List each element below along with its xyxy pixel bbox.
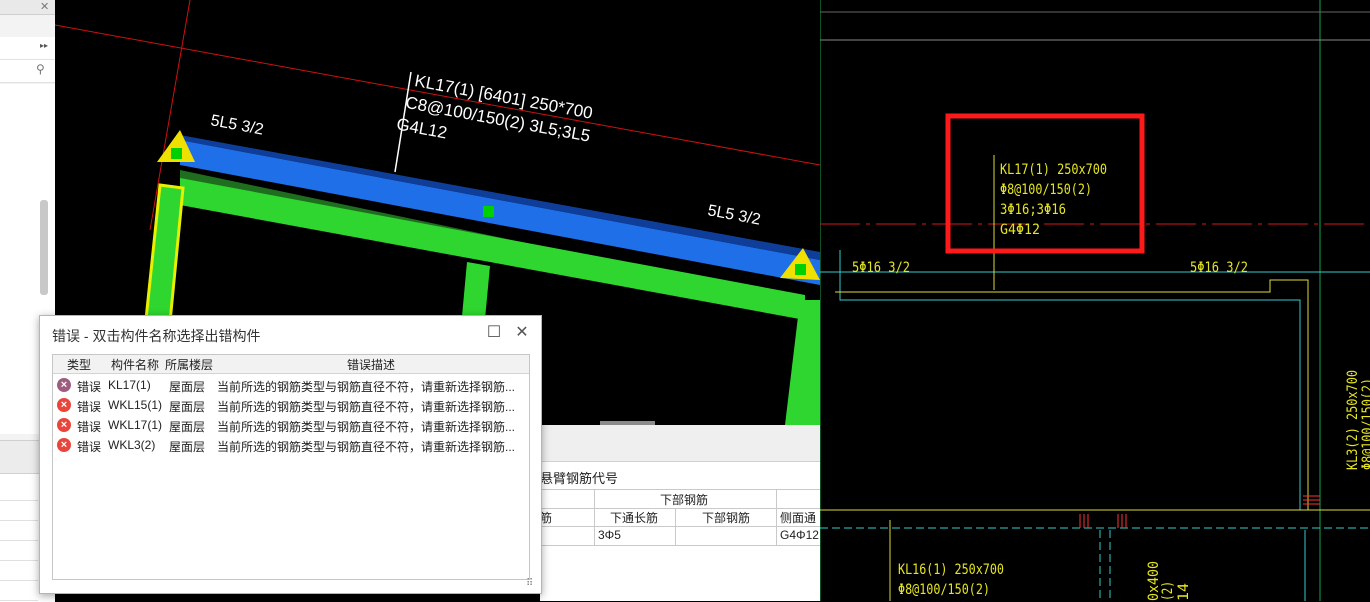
scrollbar-thumb[interactable] <box>40 200 48 295</box>
row-floor: 屋面层 <box>169 440 206 454</box>
cell-bottom-long[interactable]: 3Φ5 <box>598 528 621 542</box>
table-panel-header <box>540 425 820 462</box>
grip-right-handle[interactable] <box>795 264 806 275</box>
end-label-left: 5L5 3/2 <box>209 112 265 138</box>
section-title: 悬臂钢筋代号 <box>540 471 619 486</box>
property-row[interactable] <box>0 561 38 581</box>
panel-row[interactable]: ▸▸ <box>0 37 55 60</box>
beam-label-line3: G4L12 <box>395 115 449 143</box>
error-row[interactable]: × 错误 WKL15(1) 屋面层 当前所选的钢筋类型与钢筋直径不符，请重新选择钢筋..… <box>53 395 529 415</box>
row-floor: 屋面层 <box>169 380 206 394</box>
cad-label-line4: G4Φ12 <box>1000 222 1040 238</box>
close-button[interactable]: ✕ <box>513 324 531 342</box>
col-header-d: 侧面通 <box>780 511 817 525</box>
col-description[interactable]: 错误描述 <box>347 356 395 373</box>
row-floor: 屋面层 <box>169 400 206 414</box>
row-type: 错误 <box>77 420 102 434</box>
close-icon[interactable]: ✕ <box>40 0 49 13</box>
col-type[interactable]: 类型 <box>67 356 91 373</box>
dialog-title: 错误 - 双击构件名称选择出错构件 <box>52 328 261 344</box>
panel-header: ✕ <box>0 0 55 15</box>
beam-outline <box>839 250 1301 510</box>
resize-grip-icon[interactable]: ⠿ <box>526 578 538 590</box>
grip-left-handle[interactable] <box>171 148 182 159</box>
cad-bottom-vertical3: 14 <box>1176 583 1192 601</box>
col-header-c: 下部钢筋 <box>702 511 751 525</box>
maximize-button[interactable]: ☐ <box>485 324 503 342</box>
row-description: 当前所选的钢筋类型与钢筋直径不符，请重新选择钢筋... <box>217 380 516 394</box>
row-component-name[interactable]: KL17(1) <box>108 378 151 392</box>
row-type: 错误 <box>77 400 102 414</box>
property-row[interactable] <box>0 501 38 521</box>
table-row[interactable]: 3Φ5 G4Φ12 <box>540 527 820 546</box>
row-description: 当前所选的钢筋类型与钢筋直径不符，请重新选择钢筋... <box>217 440 516 454</box>
cad-drawing-view[interactable]: KL17(1) 250x700 Φ8@100/150(2) 3Φ16;3Φ16 … <box>820 0 1370 601</box>
property-row[interactable] <box>0 541 38 561</box>
table-group-header: 下部钢筋 <box>540 489 820 509</box>
search-icon[interactable]: ⚲ <box>36 62 45 76</box>
error-list-header: 类型 构件名称 所属楼层 错误描述 <box>53 355 529 374</box>
row-type: 错误 <box>77 440 102 454</box>
cad-canvas[interactable]: KL17(1) 250x700 Φ8@100/150(2) 3Φ16;3Φ16 … <box>820 0 1370 601</box>
error-dialog: 错误 - 双击构件名称选择出错构件 ☐ ✕ 类型 构件名称 所属楼层 错误描述 … <box>39 315 542 594</box>
row-component-name[interactable]: WKL17(1) <box>108 418 162 432</box>
cad-bottom-line2: Φ8@100/150(2) <box>898 582 990 598</box>
property-row[interactable] <box>0 481 38 501</box>
error-icon: × <box>57 418 71 432</box>
property-row[interactable] <box>0 521 38 541</box>
table-column-header: 筋 下通长筋 下部钢筋 侧面通 <box>540 508 820 527</box>
col-component[interactable]: 构件名称 <box>111 356 159 373</box>
cell-side[interactable]: G4Φ12 <box>780 528 819 542</box>
row-description: 当前所选的钢筋类型与钢筋直径不符，请重新选择钢筋... <box>217 400 516 414</box>
error-row[interactable]: × 错误 WKL3(2) 屋面层 当前所选的钢筋类型与钢筋直径不符，请重新选择钢筋... <box>53 435 529 455</box>
cad-label-line1: KL17(1) 250x700 <box>1000 162 1107 178</box>
rebar-table-panel: 悬臂钢筋代号 下部钢筋 筋 下通长筋 下部钢筋 侧面通 3Φ5 G4Φ12 <box>540 425 820 601</box>
cad-end-left: 5Φ16 3/2 <box>852 260 910 276</box>
beam-outline <box>835 279 1309 510</box>
col-floor[interactable]: 所属楼层 <box>165 356 213 373</box>
end-label-right: 5L5 3/2 <box>706 202 762 228</box>
row-component-name[interactable]: WKL15(1) <box>108 398 162 412</box>
column-right[interactable] <box>785 300 820 425</box>
cad-bottom-vertical2: (2) <box>1160 581 1176 601</box>
error-icon: × <box>57 398 71 412</box>
cad-end-right: 5Φ16 3/2 <box>1190 260 1248 276</box>
row-description: 当前所选的钢筋类型与钢筋直径不符，请重新选择钢筋... <box>217 420 516 434</box>
cad-vertical-label1: KL3(2) 250x700 <box>1345 370 1361 470</box>
error-row[interactable]: × 错误 WKL17(1) 屋面层 当前所选的钢筋类型与钢筋直径不符，请重新选择钢筋..… <box>53 415 529 435</box>
axis-line <box>55 24 820 166</box>
search-row[interactable]: ⚲ <box>0 60 55 83</box>
cad-label-line2: Φ8@100/150(2) <box>1000 182 1092 198</box>
row-floor: 屋面层 <box>169 420 206 434</box>
group-header-label: 下部钢筋 <box>660 493 709 507</box>
error-icon: × <box>57 378 71 392</box>
cad-bottom-line1: KL16(1) 250x700 <box>898 562 1004 578</box>
row-component-name[interactable]: WKL3(2) <box>108 438 155 452</box>
property-row[interactable] <box>0 581 38 601</box>
error-icon: × <box>57 438 71 452</box>
row-type: 错误 <box>77 380 102 394</box>
cad-label-line3: 3Φ16;3Φ16 <box>1000 202 1066 218</box>
grip-mid-handle[interactable] <box>483 206 494 217</box>
error-row[interactable]: × 错误 KL17(1) 屋面层 当前所选的钢筋类型与钢筋直径不符，请重新选择钢筋... <box>53 375 529 395</box>
expand-icon[interactable]: ▸▸ <box>40 41 48 50</box>
cad-vertical-label2: Φ8@100/150(2) <box>1360 378 1370 470</box>
rebar-marks <box>1079 495 1320 528</box>
error-list[interactable]: 类型 构件名称 所属楼层 错误描述 × 错误 KL17(1) 屋面层 当前所选的钢筋类型… <box>52 354 530 580</box>
col-header-b: 下通长筋 <box>610 511 659 525</box>
